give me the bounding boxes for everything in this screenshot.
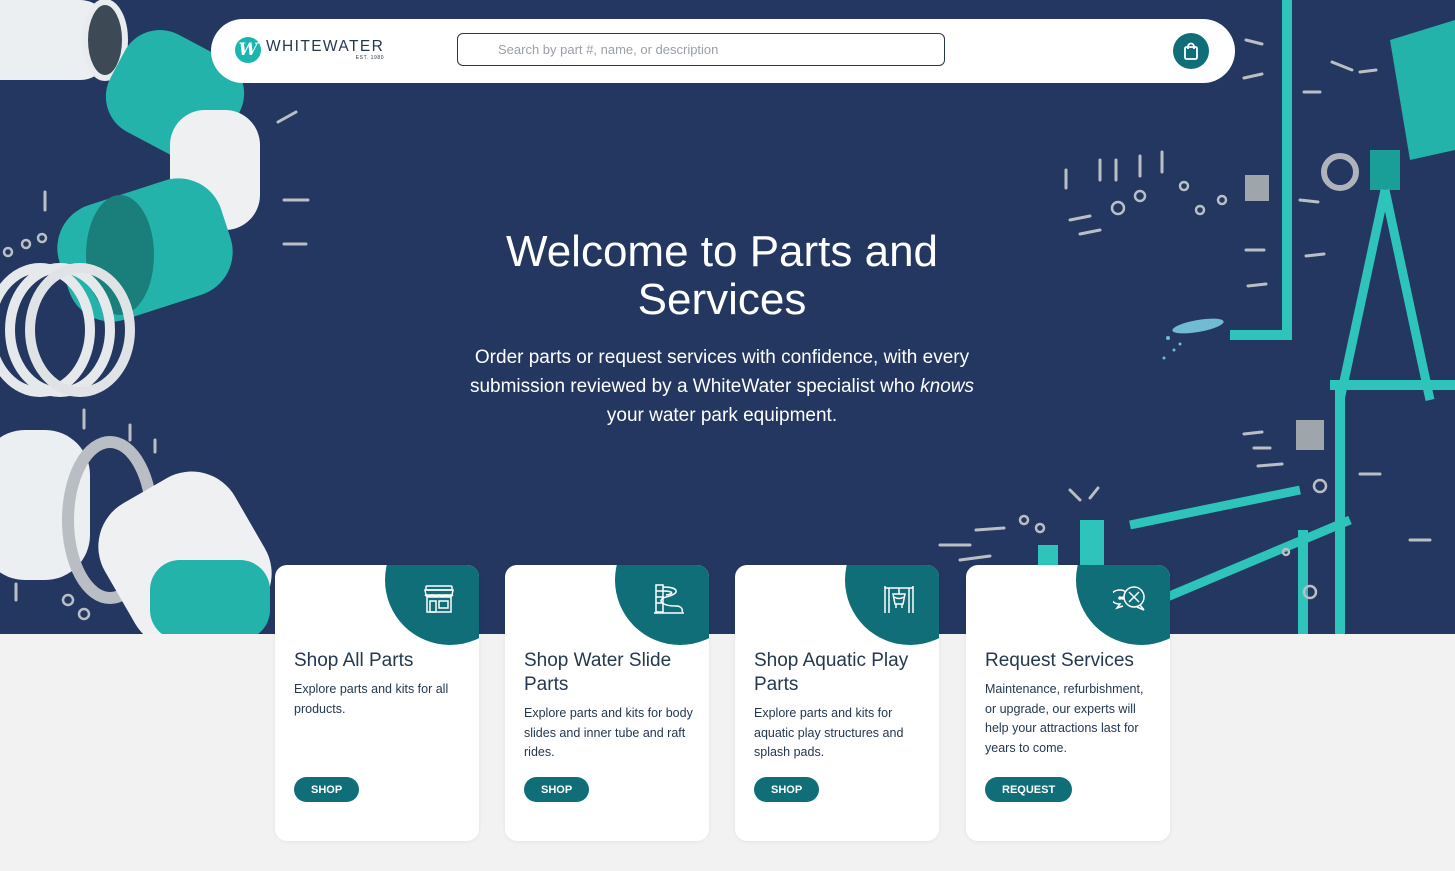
card-shop-aquatic-play-parts: Shop Aquatic Play Parts Explore parts an…: [735, 565, 939, 841]
card-title: Shop All Parts: [294, 650, 414, 671]
hero-subtitle: Order parts or request services with con…: [452, 343, 992, 430]
request-services-button[interactable]: REQUEST: [985, 777, 1073, 802]
hero-subtitle-emphasis: knows: [920, 376, 975, 397]
card-title: Shop Water Slide Parts: [524, 650, 672, 695]
hero-title: Welcome to Parts and Services: [505, 227, 939, 324]
aquatic-play-icon: [884, 586, 914, 613]
card-shop-all-parts: Shop All Parts Explore parts and kits fo…: [275, 565, 479, 841]
shop-all-parts-button[interactable]: SHOP: [294, 777, 360, 802]
search-input[interactable]: [457, 33, 945, 66]
water-slide-icon: [654, 584, 684, 614]
cart-button[interactable]: [1173, 33, 1209, 69]
hero-section: W WHITEWATER EST. 1980 Welcome to Parts …: [0, 0, 1455, 634]
shop-aquatic-play-parts-button[interactable]: SHOP: [754, 777, 820, 802]
water-splash: [1162, 318, 1224, 360]
card-title: Request Services: [985, 650, 1134, 671]
hero-subtitle-text: Order parts or request services with con…: [469, 347, 970, 397]
card-description: Explore parts and kits for all products.: [294, 682, 449, 716]
card-description: Maintenance, refurbishment, or upgrade, …: [985, 682, 1144, 755]
waterslide-tubes-illustration: [0, 0, 272, 634]
service-chat-icon: [1113, 586, 1145, 611]
card-description: Explore parts and kits for body slides a…: [524, 706, 693, 759]
top-header-bar: W WHITEWATER EST. 1980: [211, 19, 1235, 83]
logo-brand-name: WHITEWATER: [266, 37, 385, 55]
card-shop-water-slide-parts: Shop Water Slide Parts Explore parts and…: [505, 565, 709, 841]
logo-mark-icon: W: [235, 37, 261, 63]
card-request-services: Request Services Maintenance, refurbishm…: [966, 565, 1170, 841]
hero-subtitle-text-end: your water park equipment.: [606, 405, 838, 426]
shop-water-slide-parts-button[interactable]: SHOP: [524, 777, 590, 802]
shopping-bag-icon: [1184, 42, 1198, 60]
aquatic-play-structure-illustration: [1038, 0, 1455, 634]
logo-tagline: EST. 1980: [355, 54, 385, 61]
logo-wordmark: WHITEWATER EST. 1980: [266, 37, 385, 62]
whitewater-logo[interactable]: W WHITEWATER EST. 1980: [235, 37, 384, 63]
storefront-icon: [424, 585, 454, 613]
card-title: Shop Aquatic Play Parts: [754, 650, 909, 695]
card-description: Explore parts and kits for aquatic play …: [754, 706, 904, 759]
